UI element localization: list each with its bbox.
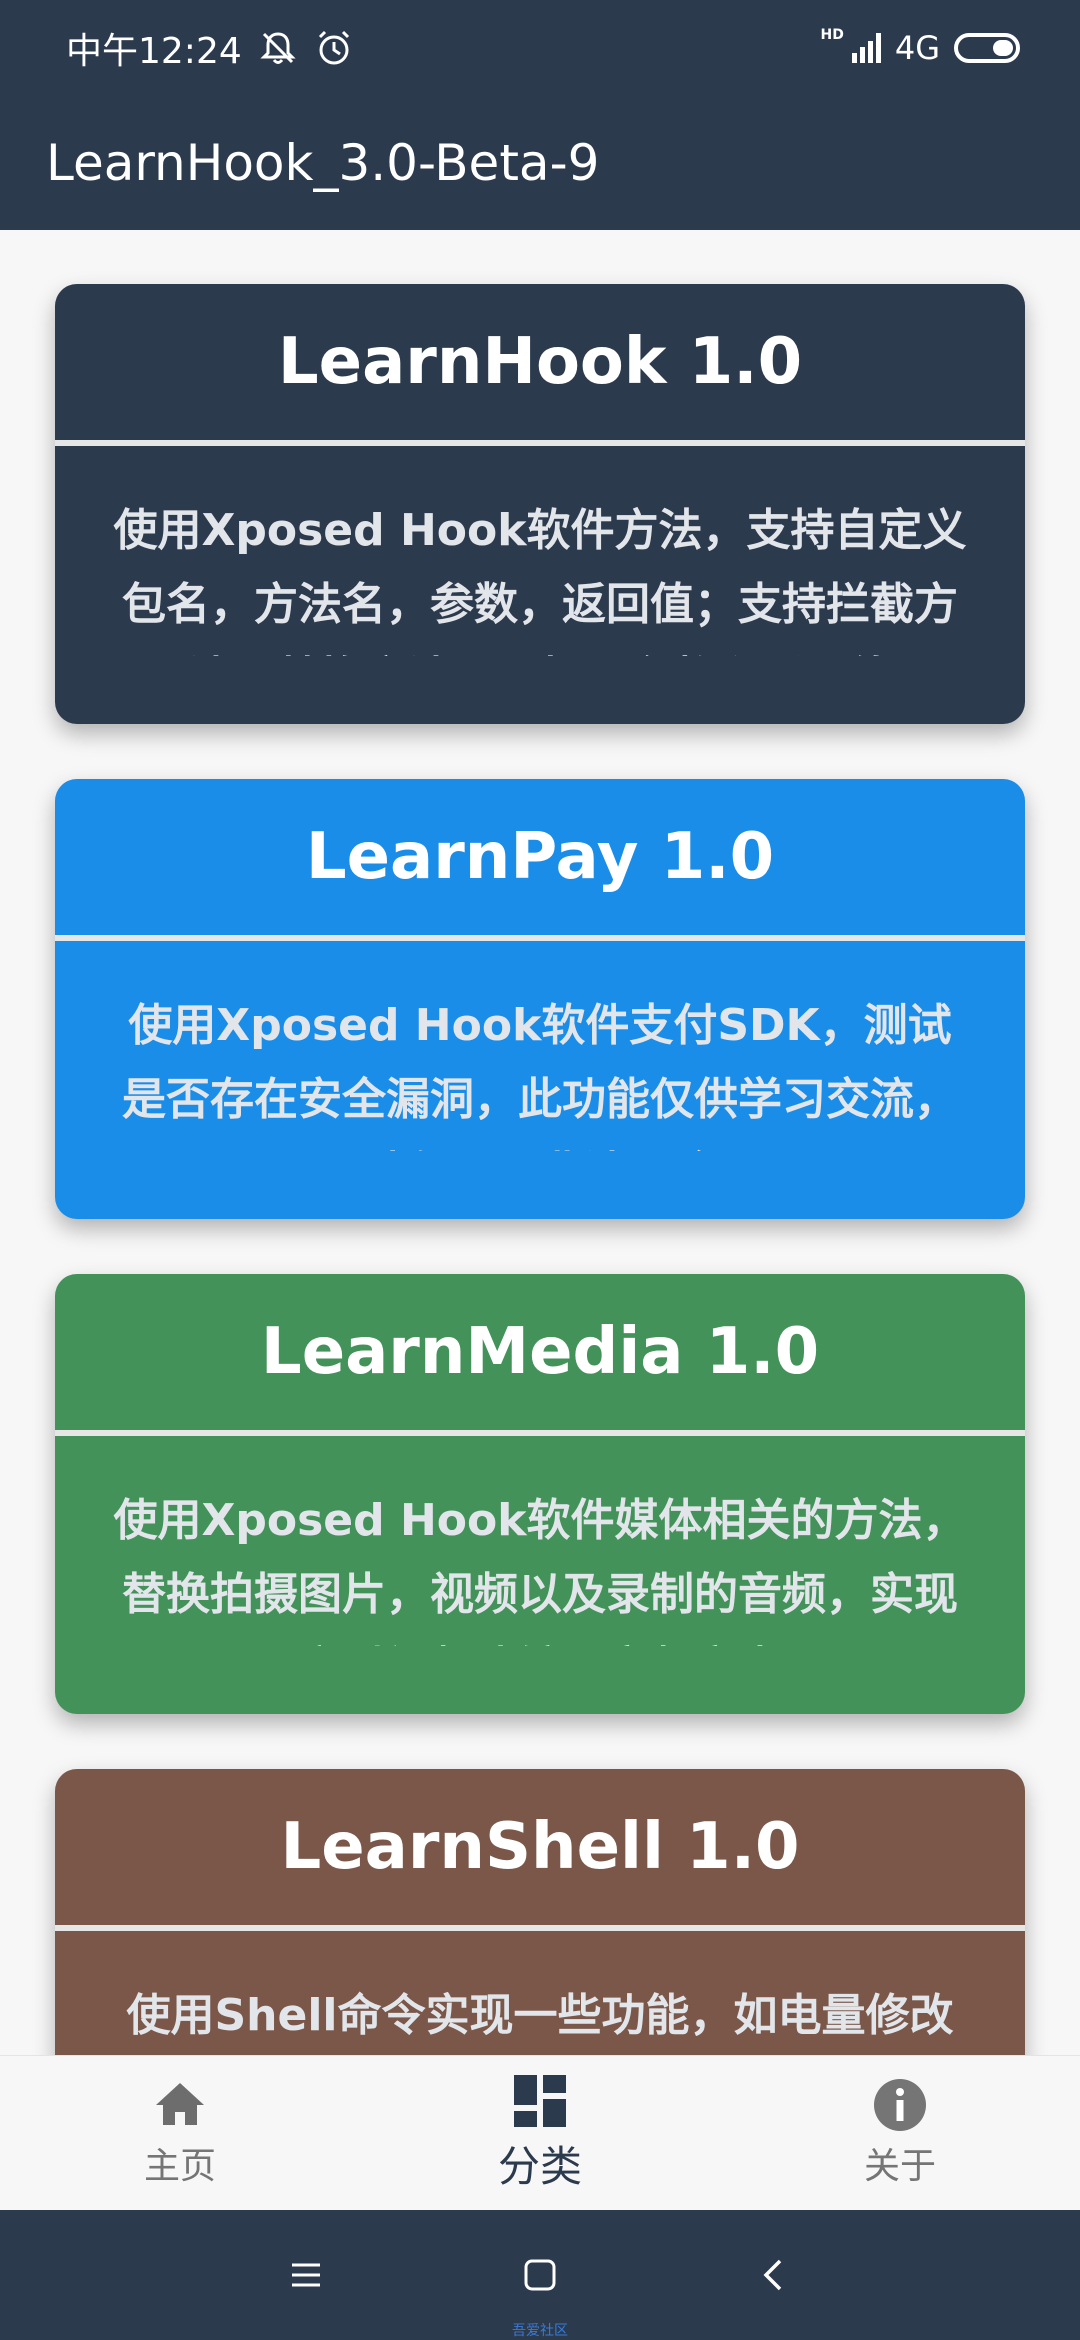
hd-icon: HD [820,27,844,43]
card-description: 使用Xposed Hook软件媒体相关的方法，替换拍摄图片，视频以及录制的音频，… [113,1495,967,1646]
app-title: LearnHook_3.0-Beta-9 [46,134,600,192]
status-left: 中午12:24 [66,22,354,74]
home-icon [156,2083,204,2125]
card-header: LearnMedia 1.0 [55,1274,1025,1436]
info-icon [874,2079,926,2131]
app-bar: LearnHook_3.0-Beta-9 [0,96,1080,230]
card-body: 使用Xposed Hook软件媒体相关的方法，替换拍摄图片，视频以及录制的音频，… [55,1436,1025,1646]
status-bar: 中午12:24 HD 4G [0,0,1080,96]
nav-item-home[interactable]: 主页 [0,2077,360,2189]
back-button[interactable] [752,2253,796,2297]
nav-item-about[interactable]: 关于 [720,2077,1080,2189]
nav-item-category[interactable]: 分类 [360,2073,720,2194]
signal-icon [851,33,881,63]
menu-button[interactable] [284,2253,328,2297]
screen: 中午12:24 HD 4G LearnHook_3.0-Beta-9 Learn… [0,0,1080,2340]
status-time: 中午12:24 [66,31,242,72]
card-title: LearnHook 1.0 [277,325,803,399]
nav-label: 主页 [143,2146,216,2187]
card-body: 使用Xposed Hook软件支付SDK，测试是否存在安全漏洞，此功能仅供学习交… [55,941,1025,1151]
card-learnshell[interactable]: LearnShell 1.0 使用Shell命令实现一些功能，如电量修改等 [55,1769,1025,2055]
nav-label: 关于 [863,2146,936,2187]
card-learnhook[interactable]: LearnHook 1.0 使用Xposed Hook软件方法，支持自定义包名，… [55,284,1025,724]
mute-notification-icon [258,28,298,68]
card-title: LearnPay 1.0 [305,820,775,894]
card-learnpay[interactable]: LearnPay 1.0 使用Xposed Hook软件支付SDK，测试是否存在… [55,779,1025,1219]
network-type: 4G [894,29,940,67]
battery-icon [954,33,1020,63]
card-title: LearnMedia 1.0 [260,1315,820,1389]
card-description: 使用Xposed Hook软件支付SDK，测试是否存在安全漏洞，此功能仅供学习交… [122,1000,958,1151]
card-header: LearnShell 1.0 [55,1769,1025,1931]
card-description: 使用Xposed Hook软件方法，支持自定义包名，方法名，参数，返回值；支持拦… [113,505,967,656]
card-header: LearnPay 1.0 [55,779,1025,941]
card-learnmedia[interactable]: LearnMedia 1.0 使用Xposed Hook软件媒体相关的方法，替换… [55,1274,1025,1714]
card-header: LearnHook 1.0 [55,284,1025,446]
dashboard-icon [514,2074,566,2127]
card-title: LearnShell 1.0 [280,1810,800,1884]
status-right: HD 4G [820,27,1020,67]
card-description: 使用Shell命令实现一些功能，如电量修改等 [126,1990,954,2041]
alarm-icon [314,28,354,68]
card-list[interactable]: LearnHook 1.0 使用Xposed Hook软件方法，支持自定义包名，… [0,230,1080,2055]
home-button[interactable] [518,2253,562,2297]
card-body: 使用Shell命令实现一些功能，如电量修改等 [55,1931,1025,2055]
nav-label: 分类 [497,2141,582,2191]
bottom-navigation: 主页 分类 关于 [0,2055,1080,2210]
card-body: 使用Xposed Hook软件方法，支持自定义包名，方法名，参数，返回值；支持拦… [55,446,1025,656]
back-chevron-icon [763,2259,782,2291]
square-icon [524,2259,556,2291]
menu-icon [292,2263,320,2287]
watermark: 吾爱社区 [512,2323,568,2339]
